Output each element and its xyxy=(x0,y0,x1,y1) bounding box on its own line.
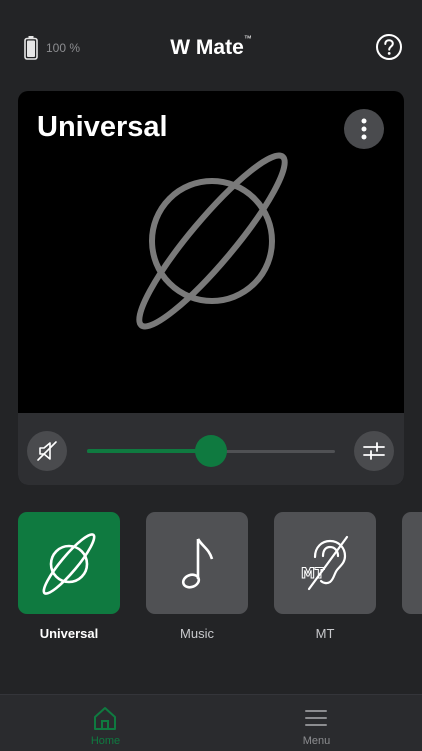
volume-slider[interactable] xyxy=(87,433,335,469)
program-tile[interactable] xyxy=(146,512,248,614)
sliders-icon xyxy=(363,442,385,460)
hamburger-menu-icon xyxy=(305,710,327,726)
app-title: W Mate™ xyxy=(0,34,422,60)
hearing-loop-mt-icon: MT xyxy=(301,535,349,591)
planet-icon xyxy=(136,152,288,330)
equalizer-button[interactable] xyxy=(354,431,394,471)
trademark-mark: ™ xyxy=(243,34,252,43)
home-icon xyxy=(94,707,116,730)
program-mt[interactable]: MT MT xyxy=(274,512,376,641)
app-title-text: W Mate xyxy=(170,36,244,59)
speaker-muted-icon xyxy=(37,441,57,461)
more-options-button[interactable] xyxy=(344,109,384,149)
mute-button[interactable] xyxy=(27,431,67,471)
help-icon[interactable] xyxy=(375,33,403,61)
tab-home[interactable]: Home xyxy=(0,695,211,751)
program-tile[interactable]: MT xyxy=(274,512,376,614)
more-vertical-icon xyxy=(361,118,367,140)
tab-label: Menu xyxy=(302,735,331,747)
program-label: MT xyxy=(315,626,335,641)
tab-bar: Home Menu xyxy=(0,694,422,751)
tab-label: Home xyxy=(90,735,121,747)
volume-controls xyxy=(18,413,404,485)
program-label: Universal xyxy=(39,626,99,641)
program-tile[interactable] xyxy=(18,512,120,614)
program-label: Music xyxy=(180,626,214,641)
svg-text:MT: MT xyxy=(301,566,325,582)
slider-fill xyxy=(87,449,211,453)
program-universal[interactable]: Universal xyxy=(18,512,120,641)
music-note-icon xyxy=(181,538,214,589)
program-tile[interactable] xyxy=(402,512,422,614)
tab-menu[interactable]: Menu xyxy=(211,695,422,751)
planet-icon xyxy=(42,533,96,595)
program-next-partial[interactable] xyxy=(402,512,422,614)
program-card: Universal xyxy=(18,91,404,485)
program-music[interactable]: Music xyxy=(146,512,248,641)
program-carousel: Universal Music MT MT xyxy=(0,512,422,652)
slider-thumb[interactable] xyxy=(195,435,227,467)
status-bar: 100 % W Mate™ xyxy=(0,0,422,96)
